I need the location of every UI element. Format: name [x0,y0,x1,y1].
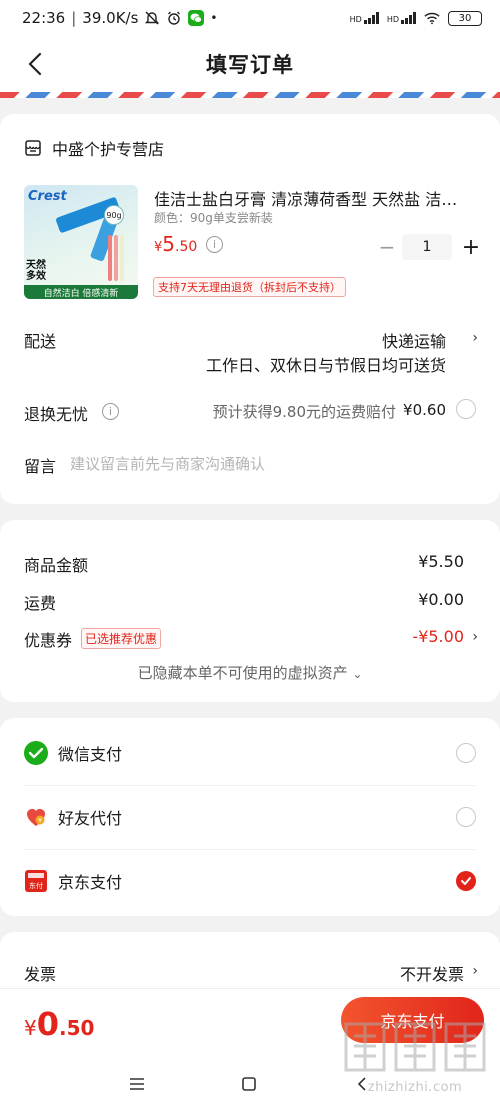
coupon-chevron-icon[interactable]: › [472,629,478,645]
watermark: zhizhizhi.com [340,1016,490,1106]
product-image[interactable]: Crest 90g 天然 多效 自然洁白 倍感清新 [24,185,138,299]
jd-pay-radio-checked[interactable] [456,871,476,891]
brand-logo: Crest [28,189,67,204]
alarm-icon [166,10,182,26]
shop-header[interactable]: 中盛个护专营店 [24,136,164,160]
delivery-label: 配送 [24,332,57,351]
page-title: 填写订单 [206,53,294,77]
total-amount: ¥ 0 .50 [24,1005,95,1043]
return-insurance-label: 退换无忧 [24,405,89,424]
battery-icon: 30 [448,10,482,26]
payment-option-friend[interactable]: ¥ 好友代付 [24,785,476,849]
watermark-logo [344,1022,486,1072]
status-bar: 22:36 | 39.0K/s • HD HD 30 [0,0,500,36]
return-insurance-desc: 预计获得9.80元的运费赔付 [212,403,396,421]
shipping-fee-value: ¥0.00 [418,590,464,609]
price-info-icon[interactable]: i [206,236,223,253]
quantity-stepper: − 1 + [376,232,482,262]
store-icon [25,140,41,156]
status-time: 22:36 [22,9,66,27]
coupon-value[interactable]: -¥5.00 [412,627,464,646]
weight-badge: 90g [104,205,124,225]
product-price: ¥ 5 .50 [154,232,198,256]
friend-pay-radio[interactable] [456,807,476,827]
back-arrow-icon[interactable] [22,50,50,78]
svg-text:东付: 东付 [29,881,43,890]
friend-pay-heart-icon: ¥ [27,809,45,826]
payment-option-jd[interactable]: 东付 京东支付 [24,849,476,913]
return-insurance-info-icon[interactable]: i [102,403,119,420]
coupon-label: 优惠券 [24,631,73,650]
toothbrush-shapes [108,235,132,281]
coupon-tag: 已选推荐优惠 [81,628,162,649]
payment-methods-card: 微信支付 ¥ 好友代付 东付 京东支付 [0,718,500,916]
delivery-chevron-icon[interactable]: › [472,330,478,346]
home-icon[interactable] [237,1072,261,1096]
price-summary-card: 商品金额 ¥5.50 运费 ¥0.00 优惠券 已选推荐优惠 -¥5.00 › … [0,520,500,702]
delivery-note: 工作日、双休日与节假日均可送货 [205,356,446,375]
chevron-down-icon: ⌄ [352,667,363,681]
jd-pay-icon: 东付 [25,870,47,892]
svg-text:¥: ¥ [38,818,42,825]
return-insurance-price: ¥0.60 [403,401,446,419]
product-spec: 颜色：90g单支尝新装 [154,211,273,225]
message-label: 留言 [24,457,57,476]
decrease-button[interactable]: − [376,232,398,262]
invoice-label: 发票 [24,965,57,984]
watermark-text: zhizhizhi.com [367,1080,463,1095]
goods-amount-value: ¥5.50 [418,552,464,571]
quantity-value[interactable]: 1 [402,234,452,260]
payment-option-wechat[interactable]: 微信支付 [24,721,476,785]
product-title[interactable]: 佳洁士盐白牙膏 清凉薄荷香型 天然盐 洁… [154,186,474,210]
goods-amount-label: 商品金额 [24,556,89,575]
return-insurance-radio[interactable] [456,399,476,419]
return-policy-tag: 支持7天无理由退货（拆封后不支持） [153,277,346,297]
wifi-icon [424,10,440,26]
signal-2-icon: HD [387,12,416,24]
wechat-pay-icon [24,741,48,765]
menu-icon[interactable] [125,1072,149,1096]
increase-button[interactable]: + [460,232,482,262]
status-speed: 39.0K/s [82,9,139,27]
checkmark-icon [461,877,471,885]
shipping-fee-label: 运费 [24,594,57,613]
wechat-notification-icon [188,10,205,26]
slogan-text: 自然洁白 倍感清新 [24,285,138,299]
shop-name: 中盛个护专营店 [52,140,165,159]
mute-bell-icon [144,10,160,26]
invoice-value[interactable]: 不开发票 [400,961,464,985]
nav-bar: 填写订单 [0,36,500,92]
invoice-chevron-icon[interactable]: › [472,963,478,979]
message-input[interactable]: 建议留言前先与商家沟通确认 [70,453,265,474]
airmail-border [0,92,500,98]
order-item-card: 中盛个护专营店 Crest 90g 天然 多效 自然洁白 倍感清新 佳洁士盐白牙… [0,114,500,504]
badge-text: 天然 多效 [26,260,46,282]
delivery-method[interactable]: 快递运输 [382,328,446,352]
hidden-assets-toggle[interactable]: 已隐藏本单不可使用的虚拟资产 ⌄ [0,662,500,683]
wechat-pay-radio[interactable] [456,743,476,763]
signal-1-icon: HD [350,12,379,24]
